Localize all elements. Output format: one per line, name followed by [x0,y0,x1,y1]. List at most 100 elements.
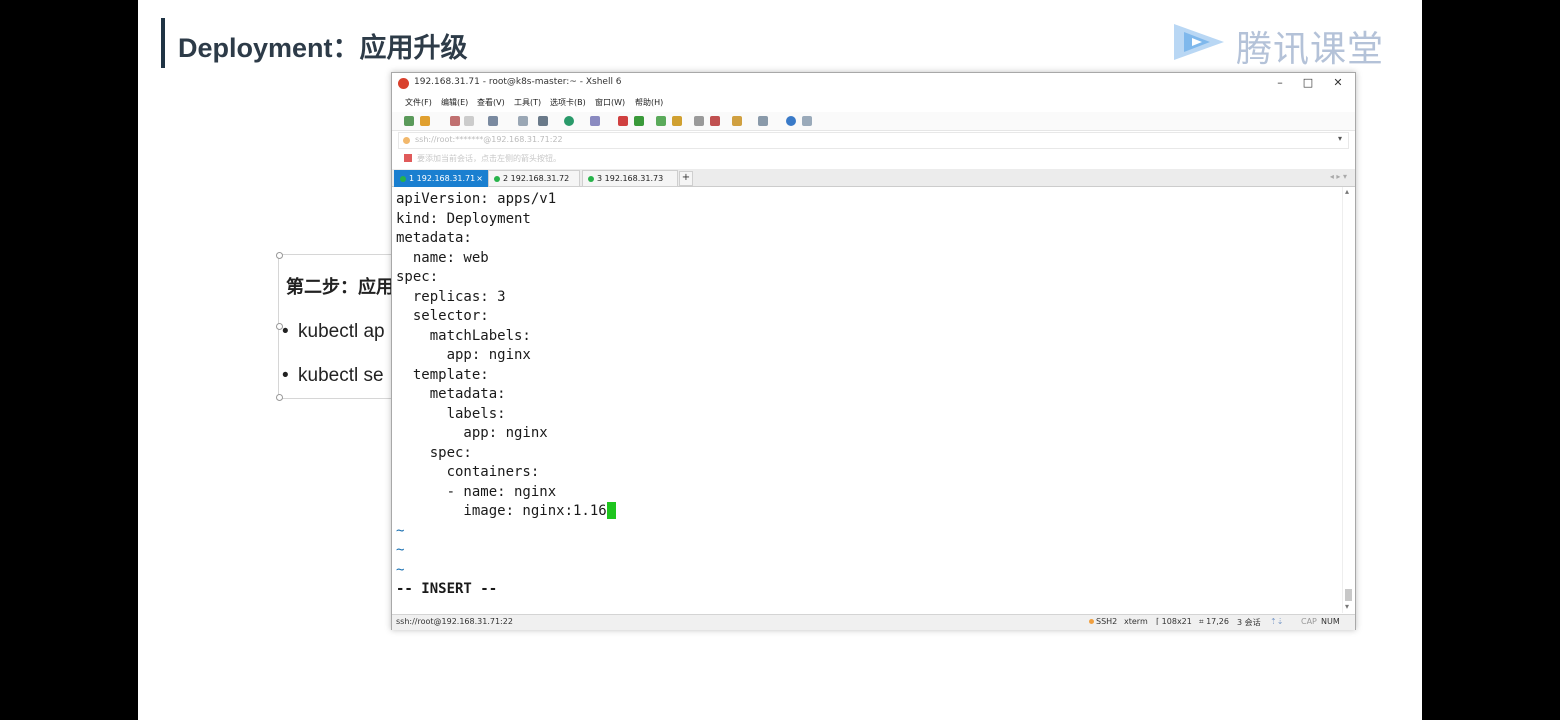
terminal-line: spec: [396,269,439,285]
session-hint-bar: 要添加当前会话，点击左侧的箭头按钮。 [392,150,1355,166]
highlight-icon[interactable] [710,116,720,126]
menu-tabs[interactable]: 选项卡(B) [550,97,586,108]
toolbar [392,112,1355,131]
terminal-line: containers: [396,464,540,480]
new-session-icon[interactable] [404,116,414,126]
terminal-line: name: web [396,249,489,266]
transfer-arrows-icon: ⇡⇣ [1270,617,1284,626]
address-text: ssh://root:*******@192.168.31.71:22 [415,135,563,144]
status-dot-icon [588,175,594,182]
window-titlebar[interactable]: 192.168.31.71 - root@k8s-master:~ - Xshe… [392,73,1355,94]
session-tab-3[interactable]: 3 192.168.31.73 [582,170,678,187]
vertical-scrollbar[interactable]: ▴ ▾ [1342,187,1355,613]
terminal-line: template: [396,366,489,383]
tunnel-icon[interactable] [634,116,644,126]
logo-text: 腾讯课堂 [1236,29,1385,70]
protocol-status: SSH2 [1089,617,1117,626]
tab-close-icon[interactable]: × [476,171,483,186]
window-title: 192.168.31.71 - root@k8s-master:~ - Xshe… [414,77,622,87]
bookmark-icon[interactable] [404,154,412,162]
xshell-window: 192.168.31.71 - root@k8s-master:~ - Xshe… [391,72,1356,630]
session-count: 3 会话 [1237,618,1261,627]
terminal-tilde: ~ [396,542,405,558]
terminal-line: spec: [396,444,472,461]
status-dot-icon [494,175,500,182]
title-accent-bar [161,18,165,68]
session-tab-bar: 1 192.168.31.71 × 2 192.168.31.72 3 192.1… [392,169,1355,187]
terminal-tilde: ~ [396,522,405,539]
slide-textbox: 第二步：应用 • kubectl ap • kubectl se [276,252,409,401]
terminal-line: kind: Deployment [396,210,531,227]
chevron-down-icon[interactable]: ▾ [1338,134,1342,143]
terminal-line: app: nginx [396,347,531,363]
num-lock-indicator: NUM [1321,617,1340,626]
menu-edit[interactable]: 编辑(E) [441,97,468,108]
session-tab-1[interactable]: 1 192.168.31.71 × [394,170,488,187]
terminal-line: metadata: [396,230,472,246]
print-icon[interactable] [538,116,548,126]
menu-file[interactable]: 文件(F) [405,97,432,108]
caps-lock-indicator: CAP [1301,617,1317,626]
vim-mode-indicator: -- INSERT -- [396,581,498,597]
term-type: xterm [1124,617,1148,626]
cursor-position: ⌗ 17,26 [1199,617,1229,626]
scroll-up-icon[interactable]: ▴ [1345,187,1349,196]
protocol-dot-icon [1089,619,1094,624]
lock-icon[interactable] [672,116,682,126]
terminal-size: ⌈ 108x21 [1156,617,1192,626]
menu-window[interactable]: 窗口(W) [595,97,625,108]
script-icon[interactable] [732,116,742,126]
menu-view[interactable]: 查看(V) [477,97,505,108]
keyboard-icon[interactable] [694,116,704,126]
step-heading: 第二步：应用 [286,277,394,298]
minimize-button[interactable]: – [1269,75,1291,91]
scroll-down-icon[interactable]: ▾ [1345,602,1349,611]
fullscreen-icon[interactable] [656,116,666,126]
resize-handle[interactable] [276,323,283,330]
terminal-line: - name: nginx [396,483,557,500]
xshell-app-icon [398,78,409,89]
session-tab-2[interactable]: 2 192.168.31.72 [488,170,580,187]
status-dot-icon [400,175,406,182]
scroll-thumb[interactable] [1345,589,1352,601]
terminal-line: metadata: [396,386,506,402]
add-tab-button[interactable]: + [679,171,693,186]
properties-icon[interactable] [488,116,498,126]
xftp-icon[interactable] [618,116,628,126]
terminal-line: labels: [396,405,506,422]
open-folder-icon[interactable] [420,116,430,126]
terminal-line: apiVersion: apps/v1 [396,191,557,207]
terminal-line: matchLabels: [396,327,531,344]
chat-icon[interactable] [802,116,812,126]
menu-help[interactable]: 帮助(H) [635,97,663,108]
maximize-button[interactable]: □ [1297,75,1319,91]
address-bar[interactable]: ssh://root:*******@192.168.31.71:22 ▾ [398,132,1349,149]
terminal-line-with-cursor: image: nginx:1.16 [396,501,616,521]
terminal-line: app: nginx [396,425,548,441]
disconnect-icon[interactable] [464,116,474,126]
play-logo-icon [1174,24,1224,60]
hint-text: 要添加当前会话，点击左侧的箭头按钮。 [417,154,561,163]
search-icon[interactable] [518,116,528,126]
help-icon[interactable] [786,116,796,126]
slide-title: Deployment：应用升级 [178,33,468,63]
tab-scroll-icon[interactable]: ◂ ▸ ▾ [1330,172,1347,181]
terminal-output[interactable]: apiVersion: apps/v1 kind: Deployment met… [392,187,1342,613]
text-cursor [606,502,616,519]
menu-tools[interactable]: 工具(T) [514,97,541,108]
connect-icon[interactable] [450,116,460,126]
terminal-line: replicas: 3 [396,288,506,305]
globe-icon[interactable] [564,116,574,126]
connection-status: ssh://root@192.168.31.71:22 [396,617,513,626]
resize-handle[interactable] [276,394,283,401]
resize-handle[interactable] [276,252,283,259]
terminal-line: selector: [396,308,489,324]
bullet-item: • kubectl ap [282,321,385,342]
font-icon[interactable] [590,116,600,126]
layout-icon[interactable] [758,116,768,126]
tencent-classroom-logo: 腾讯课堂 [1170,18,1390,70]
close-button[interactable]: ✕ [1327,75,1349,91]
lock-icon [403,137,410,144]
status-bar: ssh://root@192.168.31.71:22 SSH2 xterm ⌈… [392,614,1355,630]
menu-bar: 文件(F) 编辑(E) 查看(V) 工具(T) 选项卡(B) 窗口(W) 帮助(… [392,95,1355,111]
